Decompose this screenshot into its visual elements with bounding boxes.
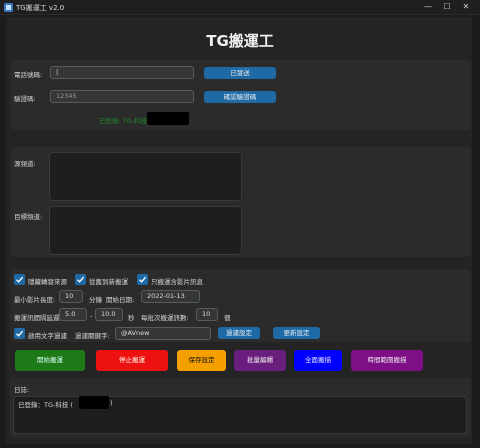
interval-unit: 秒 xyxy=(128,314,135,322)
start-date-label: 開始日期: xyxy=(106,296,135,304)
start-date-input[interactable]: 2022-01-13 xyxy=(141,290,200,303)
target-channel-label: 目標頻道: xyxy=(14,213,43,221)
full-media-button[interactable]: 全面搬描 xyxy=(294,350,342,371)
media-only-checkbox[interactable] xyxy=(137,274,148,285)
filter-settings-button[interactable]: 過濾設定 xyxy=(218,327,260,339)
code-input[interactable]: 12345 xyxy=(50,90,194,103)
code-label: 驗證碼: xyxy=(14,95,36,103)
app-title: TG搬運工 xyxy=(206,32,274,50)
interval-label: 搬運訊間隔延遲: xyxy=(14,314,62,322)
redacted-log-name xyxy=(79,396,109,409)
batch-edit-button[interactable]: 批量編輯 xyxy=(234,350,286,371)
hide-forward-checkbox[interactable] xyxy=(14,274,25,285)
min-video-unit: 分鐘 xyxy=(89,296,102,304)
log-label: 日誌: xyxy=(14,386,30,394)
maximize-icon[interactable]: ☐ xyxy=(440,1,454,13)
checkmark-icon xyxy=(77,276,85,283)
text-filter-checkbox[interactable] xyxy=(14,328,25,339)
replace-settings-button[interactable]: 更新設定 xyxy=(273,327,320,339)
app-icon xyxy=(4,3,13,12)
scheduled-button[interactable]: 時間範圍搬描 xyxy=(351,350,423,371)
stop-button[interactable]: 停止搬運 xyxy=(96,350,168,371)
window-titlebar: TG搬運工 v2.0 — ☐ ✕ xyxy=(0,0,480,15)
target-channel-input[interactable] xyxy=(49,206,242,255)
save-settings-button[interactable]: 保存設定 xyxy=(177,350,226,371)
checkmark-icon xyxy=(139,276,147,283)
source-channel-input[interactable] xyxy=(49,152,242,201)
from-new-label: 從舊到新搬運 xyxy=(89,278,128,286)
interval-max-input[interactable]: 10.0 xyxy=(95,308,123,321)
media-only-label: 只搬運含影片訊息 xyxy=(151,278,203,286)
source-channel-label: 源頻道: xyxy=(14,160,36,168)
text-filter-label: 啟用文字過濾 xyxy=(28,332,67,340)
log-line: 已登錄：TG-科技 ( xyxy=(18,401,73,409)
batch-input[interactable]: 10 xyxy=(196,308,218,321)
filter-keyword-label: 過濾關鍵字: xyxy=(75,332,110,340)
checkmark-icon xyxy=(16,276,24,283)
checkmark-icon xyxy=(16,330,24,337)
min-video-label: 最小影片長度: xyxy=(14,296,56,304)
batch-label: 每批次搬運訊數: xyxy=(141,314,189,322)
redacted-name xyxy=(147,112,189,125)
confirm-code-button[interactable]: 確認驗證碼 xyxy=(204,91,276,103)
send-code-button[interactable]: 已發送 xyxy=(204,67,276,79)
close-icon[interactable]: ✕ xyxy=(459,1,473,13)
hide-forward-label: 隱藏轉發來源 xyxy=(28,278,67,286)
start-button[interactable]: 開始搬運 xyxy=(15,350,85,371)
filter-keyword-input[interactable]: @AVnew xyxy=(115,327,211,340)
window-title: TG搬運工 v2.0 xyxy=(16,4,65,12)
min-video-input[interactable]: 10 xyxy=(59,290,83,303)
from-new-checkbox[interactable] xyxy=(75,274,86,285)
batch-unit: 個 xyxy=(224,314,231,322)
phone-input[interactable]: | xyxy=(50,66,194,79)
minimize-icon[interactable]: — xyxy=(421,1,435,13)
phone-label: 電話號碼: xyxy=(14,71,43,79)
interval-dash: - xyxy=(90,312,93,320)
interval-min-input[interactable]: 5.0 xyxy=(59,308,87,321)
login-status: 已登錄: TG-科技 xyxy=(99,117,148,125)
log-line-end: ) xyxy=(110,399,113,407)
